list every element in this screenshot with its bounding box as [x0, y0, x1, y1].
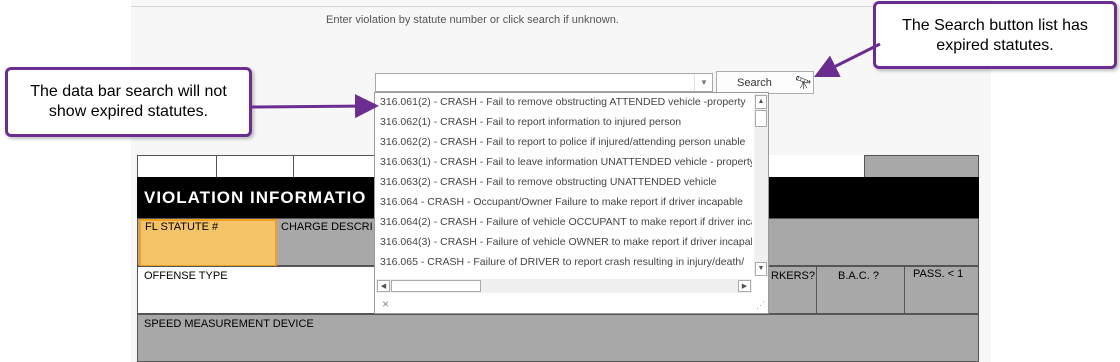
- arrow-left: [251, 94, 379, 119]
- arrow-right: [813, 42, 881, 78]
- callout-arrows: [251, 42, 881, 119]
